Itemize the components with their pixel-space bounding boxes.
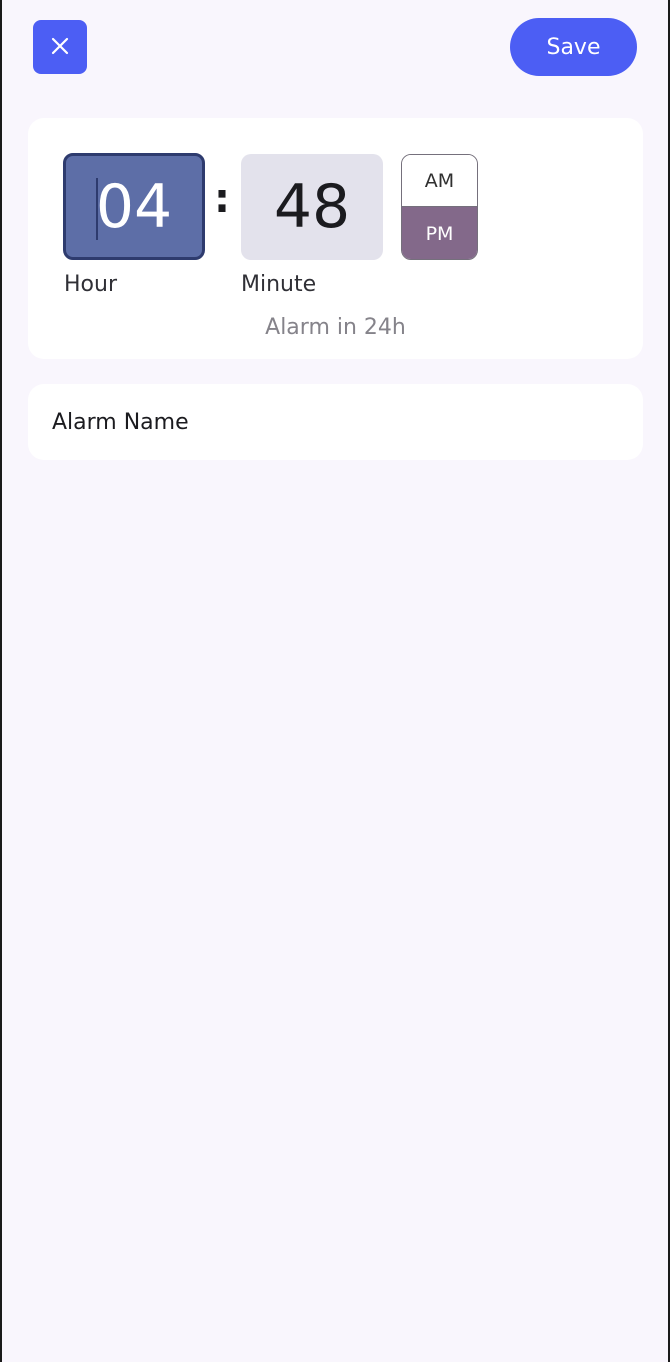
save-button[interactable]: Save: [510, 18, 637, 76]
alarm-name-label: Alarm Name: [52, 409, 189, 435]
alarm-countdown-text: Alarm in 24h: [265, 315, 406, 340]
text-cursor: [96, 178, 98, 240]
am-option[interactable]: AM: [402, 155, 477, 207]
minute-input[interactable]: 48: [241, 154, 383, 260]
minute-label: Minute: [241, 272, 317, 297]
hour-value: 04: [95, 171, 173, 242]
am-pm-toggle: AM PM: [401, 154, 478, 260]
time-separator: :: [214, 176, 230, 222]
time-picker-card: 04 : 48 AM PM Hour Minute Alarm in 24h: [28, 118, 643, 359]
close-icon: [50, 36, 70, 59]
minute-value: 48: [273, 172, 351, 242]
close-button[interactable]: [33, 20, 87, 74]
hour-input[interactable]: 04: [63, 153, 205, 260]
hour-label: Hour: [64, 272, 117, 297]
alarm-name-field[interactable]: Alarm Name: [28, 384, 643, 460]
pm-option[interactable]: PM: [402, 207, 477, 259]
